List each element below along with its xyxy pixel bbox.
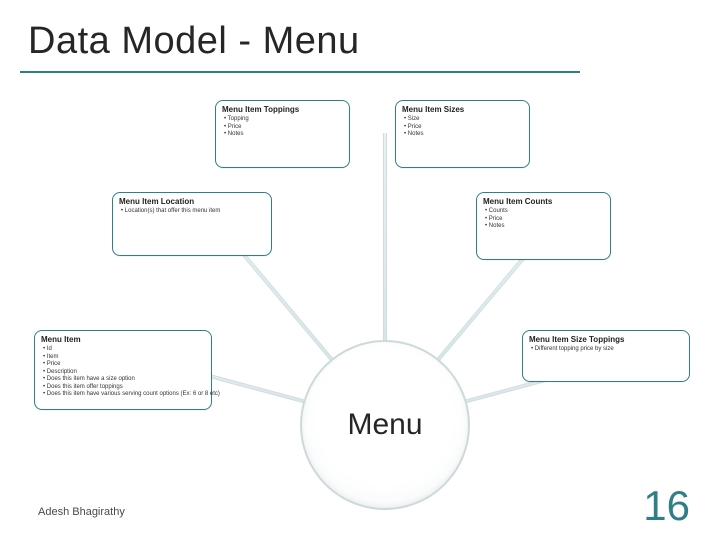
entity-menu-item-sizes: Menu Item Sizes Size Price Notes	[395, 100, 530, 168]
entity-menu-item-counts: Menu Item Counts Counts Price Notes	[476, 192, 611, 260]
bullet: Does this item have various serving coun…	[43, 391, 205, 399]
bullet: Id	[43, 346, 205, 354]
entity-menu-item-toppings: Menu Item Toppings Topping Price Notes	[215, 100, 350, 168]
bullet: Location(s) that offer this menu item	[121, 208, 265, 216]
bullet: Does this item offer toppings	[43, 384, 205, 392]
center-label: Menu	[347, 408, 422, 442]
bullet: Notes	[404, 131, 523, 139]
bullet: Size	[404, 116, 523, 124]
entity-bullets: Topping Price Notes	[222, 116, 343, 139]
footer-author: Adesh Bhagirathy	[38, 506, 125, 518]
center-hub: Menu	[300, 340, 470, 510]
entity-menu-item-size-toppings: Menu Item Size Toppings Different toppin…	[522, 330, 690, 382]
bullet: Does this item have a size option	[43, 376, 205, 384]
entity-title: Menu Item	[41, 335, 205, 344]
bullet: Different topping price by size	[531, 346, 683, 354]
entity-menu-item-location: Menu Item Location Location(s) that offe…	[112, 192, 272, 256]
bullet: Counts	[485, 208, 604, 216]
bullet: Topping	[224, 116, 343, 124]
bullet: Price	[404, 124, 523, 132]
entity-bullets: Id Item Price Description Does this item…	[41, 346, 205, 399]
entity-title: Menu Item Toppings	[222, 105, 343, 114]
entity-menu-item: Menu Item Id Item Price Description Does…	[34, 330, 212, 410]
entity-bullets: Counts Price Notes	[483, 208, 604, 231]
bullet: Description	[43, 369, 205, 377]
slide-title: Data Model - Menu	[28, 20, 360, 63]
entity-title: Menu Item Counts	[483, 197, 604, 206]
bullet: Price	[224, 124, 343, 132]
bullet: Notes	[224, 131, 343, 139]
bullet: Notes	[485, 223, 604, 231]
entity-title: Menu Item Sizes	[402, 105, 523, 114]
bullet: Price	[43, 361, 205, 369]
entity-bullets: Size Price Notes	[402, 116, 523, 139]
bullet: Price	[485, 216, 604, 224]
entity-bullets: Different topping price by size	[529, 346, 683, 354]
bullet: Item	[43, 354, 205, 362]
slide: Data Model - Menu Menu Menu Item Topping…	[0, 0, 720, 540]
center-circle: Menu	[300, 340, 470, 510]
footer-page-number: 16	[643, 482, 690, 530]
entity-title: Menu Item Location	[119, 197, 265, 206]
entity-bullets: Location(s) that offer this menu item	[119, 208, 265, 216]
entity-title: Menu Item Size Toppings	[529, 335, 683, 344]
